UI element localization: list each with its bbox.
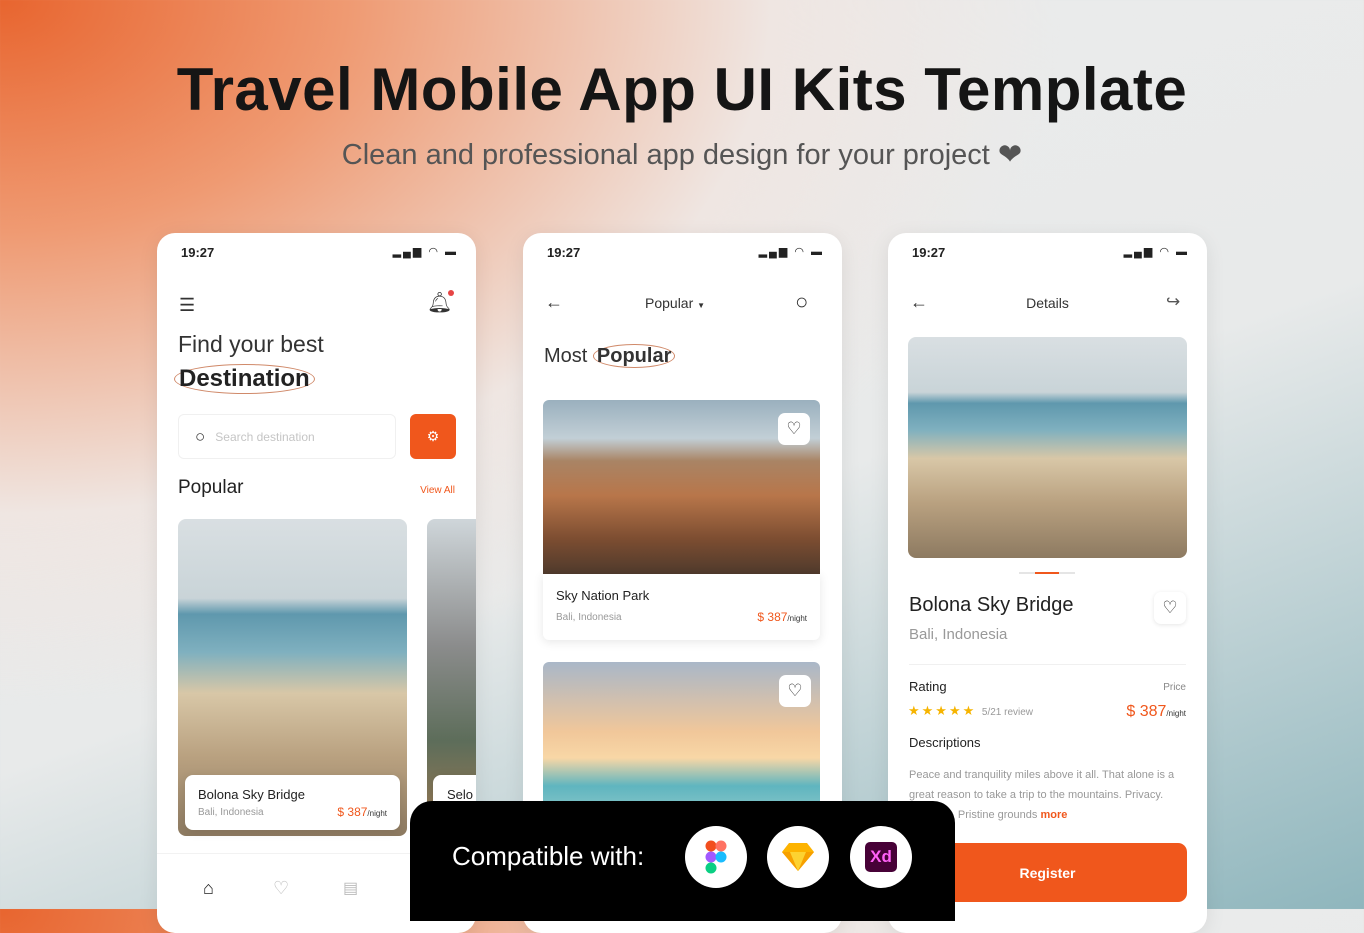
popular-heading: Most Popular [544,344,676,368]
favorite-button[interactable]: ♡ [778,413,810,445]
search-icon: ○ [195,426,206,446]
card-unit: /night [367,809,387,818]
carousel-dots[interactable] [1019,572,1075,574]
bell-icon[interactable]: 🔔︎ [427,290,455,315]
card-location: Bali, Indonesia [556,612,622,623]
search-placeholder: Search destination [215,429,315,444]
star-rating: ★★★★★ 5/21 review [908,703,1034,718]
review-count: 5/21 review [981,707,1034,718]
card-price: $ 387 [757,610,788,624]
details-title: Details [1026,295,1069,311]
xd-logo: Xd [850,826,912,888]
price-label: Price [1163,682,1186,693]
filter-button[interactable]: ⚙ [410,414,456,459]
heading-line1: Find your best [178,331,324,357]
page-title: Travel Mobile App UI Kits Template [176,56,1188,123]
section-popular: Popular [178,477,244,498]
price-unit: /night [1166,709,1186,718]
xd-text: Xd [865,842,897,872]
price-value: $ 387 [1126,703,1167,720]
heading-plain: Most [544,345,593,367]
heart-icon[interactable]: ♡ [273,878,289,899]
page-subtitle: Clean and professional app design for yo… [0,137,1364,172]
filter-icon: ⚙ [426,428,440,444]
card-unit: /night [787,614,807,623]
document-icon[interactable]: ▤ [343,878,358,898]
subtitle-text: Clean and professional app design for yo… [341,139,990,171]
home-icon[interactable]: ⌂ [203,878,214,899]
place-location: Bali, Indonesia [909,626,1008,643]
status-icons: ▂▄▆ ◠ ▬ [392,246,458,258]
compatible-label: Compatible with: [452,841,645,871]
heart-icon: ♡ [787,681,803,700]
view-all-link[interactable]: View All [420,485,455,496]
destination-card-info[interactable]: Sky Nation Park Bali, Indonesia $ 387/ni… [543,574,820,640]
status-time: 19:27 [912,245,946,260]
card-location: Bali, Indonesia [198,807,264,818]
favorite-button[interactable]: ♡ [1154,592,1186,624]
heading-line2: Destination [174,364,315,394]
heading-bold: Popular [592,344,676,368]
details-image [908,337,1187,558]
popular-dropdown[interactable]: Popular ▼ [645,295,705,311]
more-link[interactable]: more [1040,809,1067,821]
heart-icon: ♡ [786,419,802,438]
rating-label: Rating [909,679,947,694]
card-name: Bolona Sky Bridge [198,787,305,802]
dropdown-label: Popular [645,295,694,311]
figma-logo [685,826,747,888]
menu-icon[interactable]: ☰ [179,295,195,316]
search-input[interactable]: ○ Search destination [178,414,396,459]
heart-icon: ♡ [1162,598,1178,617]
status-time: 19:27 [181,245,215,260]
back-arrow-icon[interactable]: ← [545,292,563,313]
destination-card-info[interactable]: Bolona Sky Bridge Bali, Indonesia $ 387/… [185,775,400,830]
favorite-button-2[interactable]: ♡ [779,675,811,707]
sketch-logo [767,826,829,888]
heart-icon: ❤ [997,139,1023,171]
compatible-badge: Compatible with: Xd [410,801,955,921]
descriptions-label: Descriptions [909,735,981,750]
card-price: $ 387 [337,805,368,819]
caret-down-icon: ▼ [697,301,706,310]
status-time: 19:27 [547,245,581,260]
status-icons: ▂▄▆ ◠ ▬ [758,246,824,258]
status-icons: ▂▄▆ ◠ ▬ [1123,246,1189,258]
share-icon[interactable]: ↪ [1166,292,1180,312]
search-icon[interactable]: ○ [795,289,808,315]
card-name-2: Selo [447,787,474,802]
card-name: Sky Nation Park [556,588,650,603]
place-name: Bolona Sky Bridge [909,594,1074,616]
